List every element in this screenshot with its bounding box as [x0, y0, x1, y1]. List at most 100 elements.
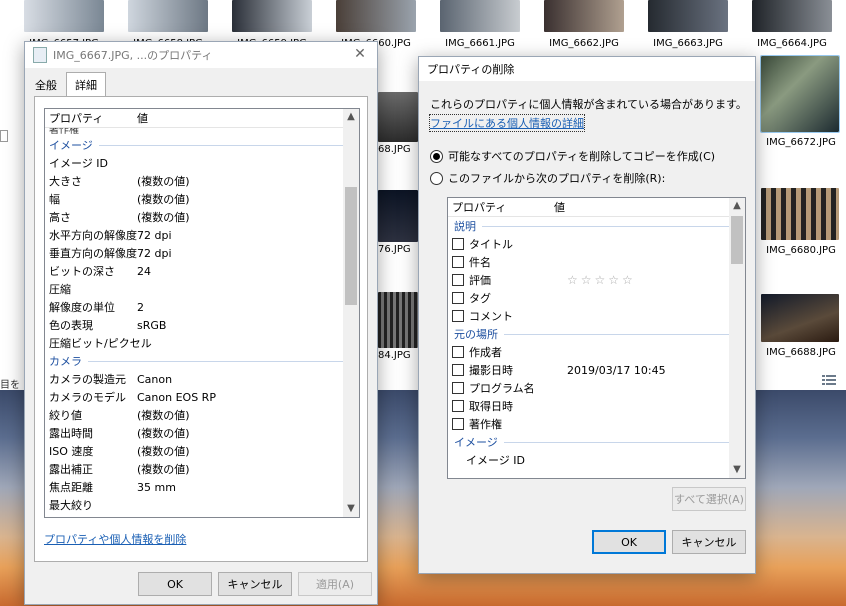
property-row[interactable]: イメージ ID [448, 451, 745, 469]
ok-button[interactable]: OK [592, 530, 666, 554]
property-value: 2019/03/17 10:45 [567, 363, 666, 377]
property-row[interactable]: 高さ (複数の値) [49, 208, 359, 226]
property-row[interactable]: 絞り値 (複数の値) [49, 406, 359, 424]
file-thumb[interactable]: IMG_6664.JPG [752, 0, 834, 49]
file-thumb[interactable]: IMG_6680.JPG [761, 188, 843, 256]
file-thumb[interactable]: 84.JPG [378, 292, 418, 361]
cancel-button[interactable]: キャンセル [672, 530, 746, 554]
property-row[interactable]: 著作権 [448, 415, 745, 433]
checkbox[interactable] [452, 274, 464, 286]
file-thumbnail-image [761, 188, 839, 240]
property-row[interactable]: 水平方向の解像度 72 dpi [49, 226, 359, 244]
property-row[interactable]: 最大絞り [49, 496, 359, 514]
tab-details[interactable]: 詳細 [66, 72, 106, 98]
scroll-down-icon[interactable]: ▼ [343, 501, 359, 517]
remove-properties-link[interactable]: プロパティや個人情報を削除 [44, 531, 186, 547]
scrollbar[interactable]: ▲ ▼ [343, 109, 359, 517]
property-row[interactable]: イメージ ID [49, 154, 359, 172]
file-name: IMG_6672.JPG [766, 137, 836, 148]
property-row[interactable]: 件名 [448, 253, 745, 271]
file-thumb[interactable]: IMG_6688.JPG [761, 294, 843, 358]
property-row[interactable]: カメラの製造元 Canon [49, 370, 359, 388]
scrollbar[interactable]: ▲ ▼ [729, 198, 745, 478]
file-thumbnail-image [544, 0, 624, 32]
file-thumbnail-image [378, 92, 418, 142]
file-thumb[interactable]: IMG_6662.JPG [544, 0, 626, 49]
privacy-info-link[interactable]: ファイルにある個人情報の詳細 [429, 114, 585, 132]
file-name: IMG_6688.JPG [766, 347, 836, 358]
property-row[interactable]: 作成者 [448, 343, 745, 361]
rating-stars-icon[interactable]: ☆☆☆☆☆ [567, 273, 636, 287]
checkbox[interactable] [452, 400, 464, 412]
property-row[interactable]: 色の表現 sRGB [49, 316, 359, 334]
file-thumb[interactable]: IMG_6661.JPG [440, 0, 522, 49]
checkbox[interactable] [452, 292, 464, 304]
group-header: 元の場所 [448, 325, 745, 343]
file-name: 68.JPG [378, 144, 411, 155]
details-view-icon[interactable] [822, 374, 836, 386]
property-row[interactable]: ISO 速度 (複数の値) [49, 442, 359, 460]
file-thumb[interactable]: 68.JPG [378, 92, 418, 155]
property-value: (複数の値) [137, 211, 190, 224]
property-row[interactable]: 圧縮ビット/ピクセル [49, 334, 359, 352]
checkbox[interactable] [452, 310, 464, 322]
property-row[interactable]: 大きさ (複数の値) [49, 172, 359, 190]
property-row[interactable]: タグ [448, 289, 745, 307]
apply-button[interactable]: 適用(A) [298, 572, 372, 596]
column-property[interactable]: プロパティ [45, 110, 137, 126]
property-name: カメラのモデル [49, 391, 126, 404]
property-row[interactable]: 幅 (複数の値) [49, 190, 359, 208]
property-list[interactable]: プロパティ 値 著作権 イメージ イメージ ID 大きさ (複数の値) 幅 (複数の値) 高… [44, 108, 360, 518]
file-thumb[interactable]: IMG_6663.JPG [648, 0, 730, 49]
property-row[interactable]: 垂直方向の解像度 72 dpi [49, 244, 359, 262]
checkbox[interactable] [452, 238, 464, 250]
property-row[interactable]: カメラのモデル Canon EOS RP [49, 388, 359, 406]
scroll-up-icon[interactable]: ▲ [729, 198, 745, 214]
file-thumb[interactable]: 76.JPG [378, 190, 418, 255]
property-row[interactable]: プログラム名 [448, 379, 745, 397]
property-row[interactable]: 露出時間 (複数の値) [49, 424, 359, 442]
file-name: IMG_6661.JPG [445, 38, 515, 49]
group-divider [88, 360, 351, 362]
checkbox[interactable] [452, 364, 464, 376]
property-row[interactable]: コメント [448, 307, 745, 325]
file-thumbnail-image [378, 292, 418, 348]
scroll-thumb[interactable] [731, 216, 743, 264]
property-name: 解像度の単位 [49, 301, 115, 314]
checkbox[interactable] [452, 256, 464, 268]
property-row[interactable]: 取得日時 [448, 397, 745, 415]
scroll-down-icon[interactable]: ▼ [729, 462, 745, 478]
radio-create-copy[interactable]: 可能なすべてのプロパティを削除してコピーを作成(C) [430, 148, 715, 164]
property-row[interactable]: 評価 ☆☆☆☆☆ [448, 271, 745, 289]
scroll-up-icon[interactable]: ▲ [343, 109, 359, 125]
property-value: (複数の値) [137, 445, 190, 458]
group-header: イメージ [49, 136, 359, 154]
property-row[interactable]: タイトル [448, 235, 745, 253]
file-thumb[interactable]: IMG_6672.JPG [760, 55, 843, 148]
close-icon[interactable]: ✕ [351, 46, 369, 62]
column-value[interactable]: 値 [137, 110, 148, 126]
removable-property-list[interactable]: プロパティ 値 説明 タイトル 件名 評価 ☆☆☆☆☆ タグ コメント 元の場所 作成者 撮影日時… [447, 197, 746, 479]
column-value[interactable]: 値 [554, 199, 565, 215]
checkbox[interactable] [452, 346, 464, 358]
tab-general[interactable]: 全般 [26, 72, 66, 98]
property-row[interactable]: 撮影日時 2019/03/17 10:45 [448, 361, 745, 379]
scroll-thumb[interactable] [345, 187, 357, 305]
radio-label: 可能なすべてのプロパティを削除してコピーを作成(C) [448, 150, 716, 163]
property-row[interactable]: 圧縮 [49, 280, 359, 298]
checkbox[interactable] [452, 418, 464, 430]
property-row[interactable]: 解像度の単位 2 [49, 298, 359, 316]
file-thumbnail-image [761, 294, 839, 342]
ok-button[interactable]: OK [138, 572, 212, 596]
group-label: イメージ [454, 436, 498, 449]
property-value: 35 mm [137, 480, 176, 494]
property-row[interactable]: 露出補正 (複数の値) [49, 460, 359, 478]
property-row[interactable]: ビットの深さ 24 [49, 262, 359, 280]
property-row[interactable]: 焦点距離 35 mm [49, 478, 359, 496]
checkbox[interactable] [452, 382, 464, 394]
radio-remove-from-file[interactable]: このファイルから次のプロパティを削除(R): [430, 170, 665, 186]
cancel-button[interactable]: キャンセル [218, 572, 292, 596]
column-property[interactable]: プロパティ [448, 199, 554, 215]
select-all-button[interactable]: すべて選択(A) [672, 487, 746, 511]
property-name: 露出補正 [49, 463, 93, 476]
